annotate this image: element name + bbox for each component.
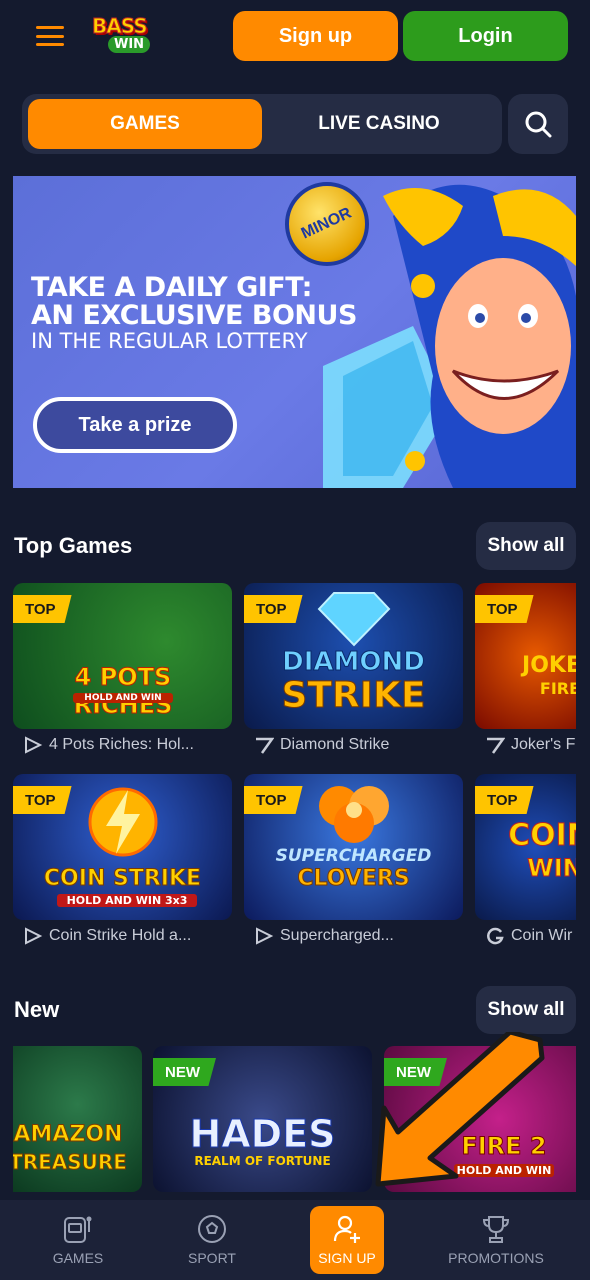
game-card-amazon-treasure[interactable]: AMAZON TREASURE [13,1046,142,1192]
nav-promotions-label: PROMOTIONS [448,1250,544,1266]
game-name: Supercharged... [280,927,394,944]
game-art-title: 4 POTS RICHES [73,663,173,720]
top-badge: TOP [13,786,72,814]
game-card-diamond-strike[interactable]: DIAMOND STRIKE TOP [244,583,463,729]
banner-headline-1: TAKE A DAILY GIFT: [31,272,312,303]
search-button[interactable] [508,94,568,154]
game-art-subtitle: CLOVERS [297,866,410,892]
new-show-all-button[interactable]: Show all [476,986,576,1034]
signup-button[interactable]: Sign up [233,11,398,61]
game-label-coin-win[interactable]: Coin Wir [485,924,576,948]
game-art-subtitle: STRIKE [281,675,426,717]
game-label-supercharged-clovers[interactable]: Supercharged... [254,924,454,948]
top-badge: TOP [244,786,303,814]
provider-icon [256,737,274,754]
game-label-diamond-strike[interactable]: Diamond Strike [254,733,454,757]
game-name: Diamond Strike [280,736,390,753]
minor-badge-text: MINOR [299,204,355,243]
game-card-coin-win[interactable]: COIN WIN TOP [475,774,576,920]
section-title-new: New [14,997,60,1022]
nav-games[interactable]: GAMES [38,1200,118,1280]
slot-machine-icon [64,1216,92,1243]
diamond-icon [317,592,391,647]
nav-signup-label: SIGN UP [318,1250,376,1266]
provider-g-icon [487,927,504,945]
tab-live-casino[interactable]: LIVE CASINO [262,99,496,149]
category-tabs: GAMES LIVE CASINO [22,94,502,154]
game-label-coin-strike[interactable]: Coin Strike Hold a... [23,924,223,948]
provider-icon [25,736,43,754]
game-label-4-pots-riches[interactable]: 4 Pots Riches: Hol... [23,733,223,757]
promo-banner[interactable]: MINOR TAKE A DAILY GIFT: AN EXCLUSIVE BO… [13,176,576,488]
game-card-4-pots-riches[interactable]: 4 POTS RICHES HOLD AND WIN TOP [13,583,232,729]
lightning-icon [88,787,158,857]
game-art-subtitle: REALM OF FORTUNE [194,1154,331,1168]
soccer-ball-icon [198,1215,226,1243]
add-user-icon [333,1215,360,1243]
top-badge: TOP [13,595,72,623]
provider-icon [487,737,505,754]
trophy-icon [482,1216,510,1243]
new-badge: NEW [153,1058,216,1086]
nav-games-label: GAMES [52,1250,104,1266]
nav-sport-label: SPORT [188,1250,236,1266]
arrow-pointer-icon [375,1032,545,1187]
top-badge: TOP [475,786,534,814]
game-art-title: COIN STRIKE [43,866,202,892]
logo-text-bottom: WIN [108,36,151,53]
minor-jackpot-badge: MINOR [285,182,369,266]
game-art-title: JOKER [522,653,576,678]
take-prize-button[interactable]: Take a prize [33,397,237,453]
banner-subheadline: IN THE REGULAR LOTTERY [31,329,308,353]
section-title-top-games: Top Games [14,533,133,558]
top-games-show-all-button[interactable]: Show all [476,522,576,570]
game-art-subtitle: FIRE [539,679,576,698]
tab-games[interactable]: GAMES [28,99,262,149]
game-name: 4 Pots Riches: Hol... [49,736,194,753]
top-badge: TOP [475,595,534,623]
logo[interactable]: BASS WIN [90,12,166,58]
game-art-title: DIAMOND [282,647,426,678]
bottom-nav: GAMES SPORT SIGN UP PROMOTIONS [0,1200,590,1280]
login-button[interactable]: Login [403,11,568,61]
provider-icon [256,927,274,945]
nav-signup[interactable]: SIGN UP [310,1206,384,1274]
clover-icon [319,786,389,843]
logo-text-top: BASS [92,14,149,39]
game-label-jokers-fire[interactable]: Joker's F [485,733,576,757]
game-name: Joker's F [511,736,576,753]
banner-headline-2: AN EXCLUSIVE BONUS [31,300,357,331]
top-badge: TOP [244,595,303,623]
game-card-supercharged-clovers[interactable]: SUPERCHARGED CLOVERS TOP [244,774,463,920]
header: BASS WIN Sign up Login [0,0,590,72]
game-art-subtitle: TREASURE [13,1150,127,1175]
game-art-subtitle: HOLD AND WIN [73,693,173,703]
game-art-subtitle: HOLD AND WIN 3x3 [57,894,197,907]
search-icon [525,111,552,138]
game-name: Coin Strike Hold a... [49,927,192,944]
game-card-coin-strike[interactable]: COIN STRIKE HOLD AND WIN 3x3 TOP [13,774,232,920]
game-card-hades[interactable]: HADES REALM OF FORTUNE NEW [153,1046,372,1192]
game-art-title: HADES [189,1112,336,1157]
nav-sport[interactable]: SPORT [172,1200,252,1280]
nav-promotions[interactable]: PROMOTIONS [446,1200,546,1280]
game-art-title: AMAZON [13,1122,123,1148]
game-art-title: COIN [508,818,576,854]
game-art-title: SUPERCHARGED [275,846,432,866]
provider-icon [25,927,43,945]
game-card-jokers-fire[interactable]: JOKER FIRE TOP [475,583,576,729]
game-art-subtitle: WIN [527,854,576,883]
menu-icon[interactable] [36,26,64,46]
game-name: Coin Wir [511,927,573,944]
